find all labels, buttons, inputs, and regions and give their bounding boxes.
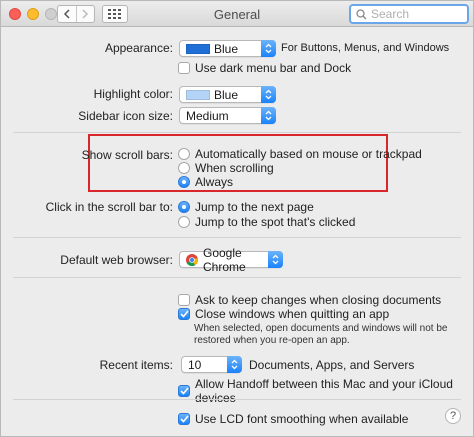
appearance-value: Blue [214, 41, 239, 56]
browser-label: Default web browser: [60, 253, 173, 267]
lcd-smoothing-checkbox[interactable] [178, 413, 190, 425]
scroll-click-option-next-page[interactable]: Jump to the next page [178, 200, 314, 214]
scroll-bars-always-radio[interactable] [178, 176, 190, 188]
close-windows-checkbox[interactable] [178, 308, 190, 320]
close-windows-note: When selected, open documents and window… [194, 323, 447, 347]
search-input[interactable] [371, 7, 466, 21]
scroll-bars-auto-label: Automatically based on mouse or trackpad [195, 147, 422, 161]
sidebar-icon-popup[interactable]: Medium [179, 107, 276, 124]
scroll-bars-always-label: Always [195, 175, 234, 189]
popup-arrows-icon [261, 86, 276, 103]
scroll-bars-label: Show scroll bars: [81, 148, 173, 162]
preferences-content: Appearance: Blue For Buttons, Menus, and… [1, 28, 473, 436]
lcd-smoothing-label: Use LCD font smoothing when available [195, 412, 409, 426]
separator [13, 277, 461, 278]
ask-keep-changes-checkbox[interactable] [178, 294, 190, 306]
scroll-click-label: Click in the scroll bar to: [45, 200, 173, 214]
ask-keep-changes-row[interactable]: Ask to keep changes when closing documen… [178, 293, 441, 307]
close-windows-note-line1: When selected, open documents and window… [194, 323, 448, 334]
sidebar-icon-value: Medium [186, 108, 229, 123]
lcd-smoothing-row[interactable]: Use LCD font smoothing when available [178, 412, 408, 426]
appearance-swatch [186, 43, 210, 54]
scroll-click-next-page-label: Jump to the next page [195, 200, 314, 214]
scroll-bars-option-auto[interactable]: Automatically based on mouse or trackpad [178, 147, 422, 161]
chrome-icon [186, 253, 198, 266]
appearance-popup[interactable]: Blue [179, 40, 276, 57]
scroll-bars-auto-radio[interactable] [178, 148, 190, 160]
scroll-bars-scrolling-radio[interactable] [178, 162, 190, 174]
dark-menu-checkbox[interactable] [178, 62, 190, 74]
search-icon [356, 8, 367, 19]
scroll-bars-option-always[interactable]: Always [178, 175, 233, 189]
separator [13, 399, 461, 400]
browser-popup[interactable]: Google Chrome [179, 246, 283, 274]
separator [13, 237, 461, 238]
popup-arrows-icon [261, 40, 276, 57]
appearance-caption: For Buttons, Menus, and Windows [281, 42, 450, 54]
scroll-click-spot-radio[interactable] [178, 216, 190, 228]
checkmark-icon [179, 310, 189, 318]
title-bar: General [1, 1, 473, 27]
close-windows-note-line2: restored when you re-open an app. [194, 335, 350, 346]
recent-items-value: 10 [188, 357, 202, 372]
scroll-click-next-page-radio[interactable] [178, 201, 190, 213]
help-button[interactable]: ? [445, 408, 461, 424]
preferences-window: General Appearance: Blue For Buttons, Me… [0, 0, 474, 437]
highlight-swatch [186, 89, 210, 100]
separator [13, 132, 461, 133]
highlight-label: Highlight color: [93, 87, 173, 101]
dark-menu-row[interactable]: Use dark menu bar and Dock [178, 61, 351, 75]
scroll-bars-option-scrolling[interactable]: When scrolling [178, 161, 274, 175]
checkmark-icon [179, 387, 189, 395]
question-mark-icon: ? [449, 410, 457, 422]
popup-arrows-icon [268, 251, 283, 268]
scroll-click-option-spot[interactable]: Jump to the spot that's clicked [178, 215, 355, 229]
recent-items-label: Recent items: [99, 358, 173, 372]
scroll-bars-scrolling-label: When scrolling [195, 161, 274, 175]
recent-items-caption: Documents, Apps, and Servers [249, 358, 415, 372]
handoff-checkbox[interactable] [178, 385, 190, 397]
sidebar-icon-label: Sidebar icon size: [78, 109, 173, 123]
search-field[interactable] [349, 4, 469, 24]
appearance-label: Appearance: [104, 41, 173, 55]
highlight-popup[interactable]: Blue [179, 86, 276, 103]
handoff-label: Allow Handoff between this Mac and your … [195, 377, 453, 405]
ask-keep-changes-label: Ask to keep changes when closing documen… [195, 293, 442, 307]
checkmark-icon [179, 415, 189, 423]
close-windows-label: Close windows when quitting an app [195, 307, 390, 321]
popup-arrows-icon [261, 107, 276, 124]
recent-items-popup[interactable]: 10 [181, 356, 242, 373]
scroll-click-spot-label: Jump to the spot that's clicked [195, 215, 356, 229]
dark-menu-label: Use dark menu bar and Dock [195, 61, 352, 75]
highlight-value: Blue [214, 87, 239, 102]
popup-arrows-icon [227, 356, 242, 373]
close-windows-row[interactable]: Close windows when quitting an app [178, 307, 389, 321]
handoff-row[interactable]: Allow Handoff between this Mac and your … [178, 377, 473, 405]
